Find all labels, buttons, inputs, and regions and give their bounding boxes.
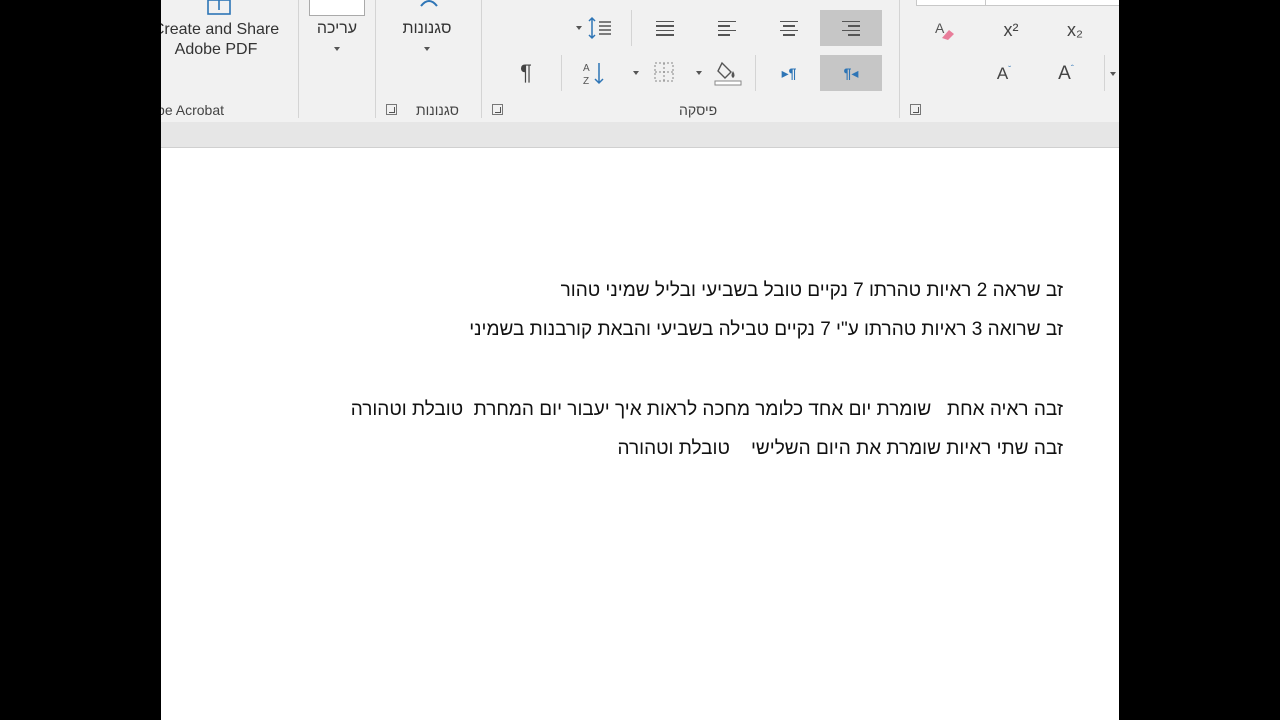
chevron-down-icon (424, 47, 430, 51)
shading-dropdown-icon[interactable] (696, 71, 702, 75)
chevron-down-icon (334, 47, 340, 51)
word-window: Create and Share Adobe PDF Adobe Acrobat… (161, 0, 1119, 720)
line-spacing-dropdown-icon[interactable] (576, 26, 582, 30)
superscript-button[interactable]: x² (981, 12, 1041, 48)
create-share-label-line2: Adobe PDF (174, 41, 258, 58)
borders-icon[interactable] (654, 62, 674, 82)
create-pdf-icon (207, 0, 231, 15)
subscript-button[interactable]: x₂ (1045, 12, 1105, 48)
justify-icon (656, 20, 674, 36)
editing-icon (309, 0, 365, 16)
styles-button[interactable]: סגנונות (385, 0, 469, 62)
document-paragraph[interactable]: זב שרואה 3 ראיות טהרתו ע"י 7 נקיים טבילה… (469, 319, 1063, 341)
group-label-paragraph: פיסקה (679, 102, 718, 118)
superscript-icon: x² (1003, 19, 1019, 40)
line-spacing-icon[interactable] (587, 16, 613, 40)
document-paragraph[interactable]: זבה שתי ראיות שומרת את היום השלישי טובלת… (618, 438, 1063, 460)
paragraph-dialog-launcher-icon[interactable] (492, 104, 503, 115)
button-divider (1104, 55, 1105, 91)
sort-button[interactable]: A Z (566, 55, 622, 91)
align-left-icon (718, 20, 736, 36)
button-divider (561, 55, 562, 91)
sort-az-icon: A Z (583, 63, 604, 86)
editing-label: עריכה (316, 20, 358, 37)
rtl-direction-icon: ¶◂ (843, 64, 859, 81)
styles-icon (420, 0, 438, 7)
styles-dialog-launcher-icon[interactable] (386, 104, 397, 115)
document-page[interactable]: זב שראה 2 ראיות טהרתו 7 נקיים טובל בשביע… (161, 148, 1119, 720)
align-left-button[interactable] (696, 10, 758, 46)
ltr-direction-icon: ▸¶ (781, 64, 797, 81)
group-divider (899, 0, 900, 118)
clear-formatting-button[interactable]: A (916, 12, 972, 48)
group-label-styles: סגנונות (416, 102, 459, 118)
clear-formatting-icon: A (935, 20, 954, 40)
pilcrow-icon: ¶ (520, 60, 532, 85)
shrink-font-button[interactable]: Aˇ (976, 56, 1032, 92)
font-size-box[interactable] (985, 0, 1119, 6)
subscript-icon: x₂ (1067, 19, 1083, 40)
editing-button[interactable]: עריכה (301, 0, 373, 62)
align-right-icon (842, 20, 860, 36)
font-more-dropdown-icon[interactable] (1110, 72, 1116, 76)
align-center-button[interactable] (758, 10, 820, 46)
styles-label: סגנונות (402, 20, 452, 37)
create-share-label-line1: Create and Share (161, 21, 280, 38)
right-to-left-button[interactable]: ¶◂ (820, 55, 882, 91)
create-share-adobe-pdf-button[interactable]: Create and Share Adobe PDF (161, 0, 281, 60)
grow-font-button[interactable]: Aˆ (1038, 56, 1094, 92)
ruler-strip (161, 122, 1119, 148)
left-to-right-button[interactable]: ▸¶ (758, 55, 820, 91)
font-name-box[interactable] (916, 0, 990, 6)
group-divider (375, 0, 376, 118)
group-divider (481, 0, 482, 118)
ribbon: Create and Share Adobe PDF Adobe Acrobat… (161, 0, 1119, 122)
document-paragraph[interactable]: זבה ראיה אחת שומרת יום אחד כלומר מחכה לר… (351, 399, 1063, 421)
shading-icon[interactable] (714, 60, 742, 86)
button-divider (631, 10, 632, 46)
align-center-icon (780, 20, 798, 36)
svg-text:Z: Z (583, 76, 589, 86)
svg-text:A: A (935, 20, 945, 36)
group-label-acrobat: Adobe Acrobat (161, 102, 224, 118)
button-divider (755, 55, 756, 91)
borders-dropdown-icon[interactable] (633, 71, 639, 75)
show-formatting-marks-button[interactable]: ¶ (496, 55, 556, 91)
grow-font-icon: Aˆ (1058, 63, 1074, 84)
group-divider (298, 0, 299, 118)
shrink-font-icon: Aˇ (996, 64, 1012, 83)
align-right-button[interactable] (820, 10, 882, 46)
justify-button[interactable] (634, 10, 696, 46)
font-dialog-launcher-icon[interactable] (910, 104, 921, 115)
document-paragraph[interactable]: זב שראה 2 ראיות טהרתו 7 נקיים טובל בשביע… (561, 280, 1063, 302)
svg-text:A: A (583, 63, 590, 74)
